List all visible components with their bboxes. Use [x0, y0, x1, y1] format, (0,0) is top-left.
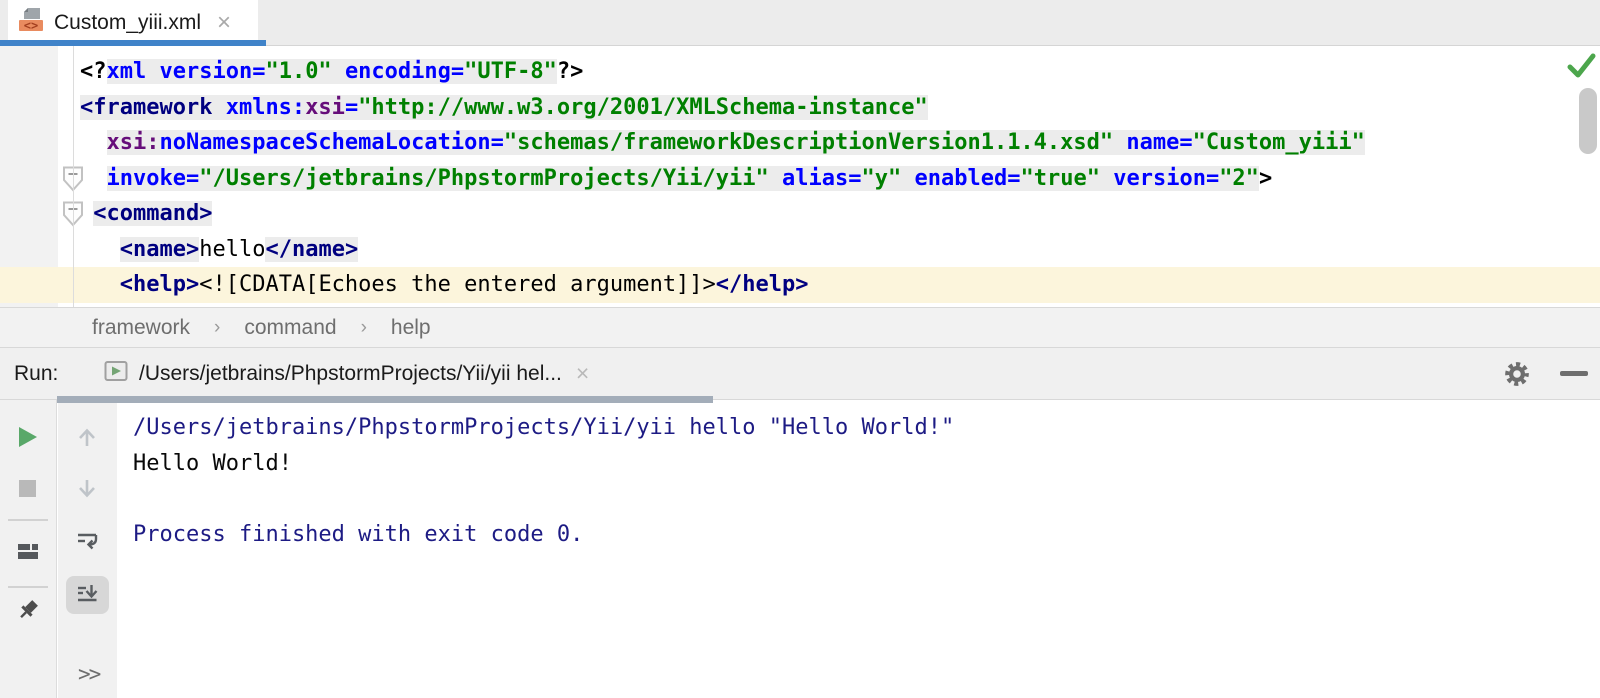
tab-close-icon[interactable]: × — [217, 11, 231, 35]
settings-gear-icon[interactable] — [1504, 361, 1530, 387]
toolbar-divider — [8, 519, 48, 521]
toolbar-divider — [8, 586, 48, 588]
soft-wrap-button[interactable] — [75, 529, 101, 555]
run-config-icon — [104, 360, 129, 388]
run-console: >> /Users/jetbrains/PhpstormProjects/Yii… — [0, 400, 1600, 698]
down-stacktrace-button[interactable] — [75, 477, 101, 503]
hide-toolwindow-icon[interactable] — [1560, 371, 1588, 376]
code-line: invoke="/Users/jetbrains/PhpstormProject… — [0, 161, 1600, 197]
breadcrumb-item-framework[interactable]: framework — [92, 316, 190, 340]
code-line: <framework xmlns:xsi="http://www.w3.org/… — [0, 90, 1600, 126]
code-line-current: <help><![CDATA[Echoes the entered argume… — [0, 267, 1600, 303]
xml-file-icon: <> — [18, 7, 44, 38]
run-tab-close-icon[interactable]: × — [576, 360, 589, 387]
code-line: xsi:noNamespaceSchemaLocation="schemas/f… — [0, 125, 1600, 161]
tab-label: Custom_yiii.xml — [54, 11, 201, 35]
code-line: <?xml version="1.0" encoding="UTF-8"?> — [0, 54, 1600, 90]
scroll-to-end-button[interactable] — [75, 582, 101, 608]
editor-tab[interactable]: <> Custom_yiii.xml × — [8, 0, 258, 45]
run-toolwindow-header: Run: /Users/jetbrains/PhpstormProjects/Y… — [0, 348, 1600, 400]
run-tab-underline — [57, 396, 713, 403]
console-output[interactable]: /Users/jetbrains/PhpstormProjects/Yii/yi… — [117, 400, 1600, 698]
console-line: Process finished with exit code 0. — [133, 517, 1600, 553]
xml-editor[interactable]: <?xml version="1.0" encoding="UTF-8"?><f… — [0, 46, 1600, 307]
stop-button[interactable] — [16, 477, 42, 503]
run-configuration-tab[interactable]: /Users/jetbrains/PhpstormProjects/Yii/yi… — [104, 348, 589, 399]
breadcrumb-separator: › — [361, 317, 367, 339]
code-line: <name>hello</name> — [0, 232, 1600, 268]
code-line: <command> — [0, 196, 1600, 232]
pin-tab-button[interactable] — [16, 598, 42, 624]
editor-scrollbar-thumb[interactable] — [1579, 88, 1597, 154]
up-stacktrace-button[interactable] — [75, 425, 101, 451]
svg-text:<>: <> — [24, 19, 38, 33]
inspections-ok-icon[interactable] — [1566, 51, 1596, 86]
breadcrumb-item-help[interactable]: help — [391, 316, 431, 340]
code-area[interactable]: <?xml version="1.0" encoding="UTF-8"?><f… — [0, 54, 1600, 303]
editor-tab-bar: <> Custom_yiii.xml × — [0, 0, 1600, 46]
phpstorm-window: <> Custom_yiii.xml × <?xml version="1.0"… — [0, 0, 1600, 698]
run-toolbar-left — [0, 400, 57, 698]
gutter-separator — [73, 46, 74, 307]
console-line: Hello World! — [133, 446, 1600, 482]
breadcrumb-item-command[interactable]: command — [244, 316, 336, 340]
breadcrumb: framework › command › help — [0, 307, 1600, 348]
console-line: /Users/jetbrains/PhpstormProjects/Yii/yi… — [133, 410, 1600, 446]
rerun-button[interactable] — [16, 425, 42, 451]
console-line — [133, 481, 1600, 517]
run-toolbar-console: >> — [58, 400, 117, 698]
breadcrumb-separator: › — [214, 317, 220, 339]
more-actions-button[interactable]: >> — [78, 662, 99, 686]
run-toolwindow-title: Run: — [14, 348, 58, 399]
run-tab-label: /Users/jetbrains/PhpstormProjects/Yii/yi… — [139, 362, 562, 386]
restore-layout-button[interactable] — [16, 539, 42, 565]
